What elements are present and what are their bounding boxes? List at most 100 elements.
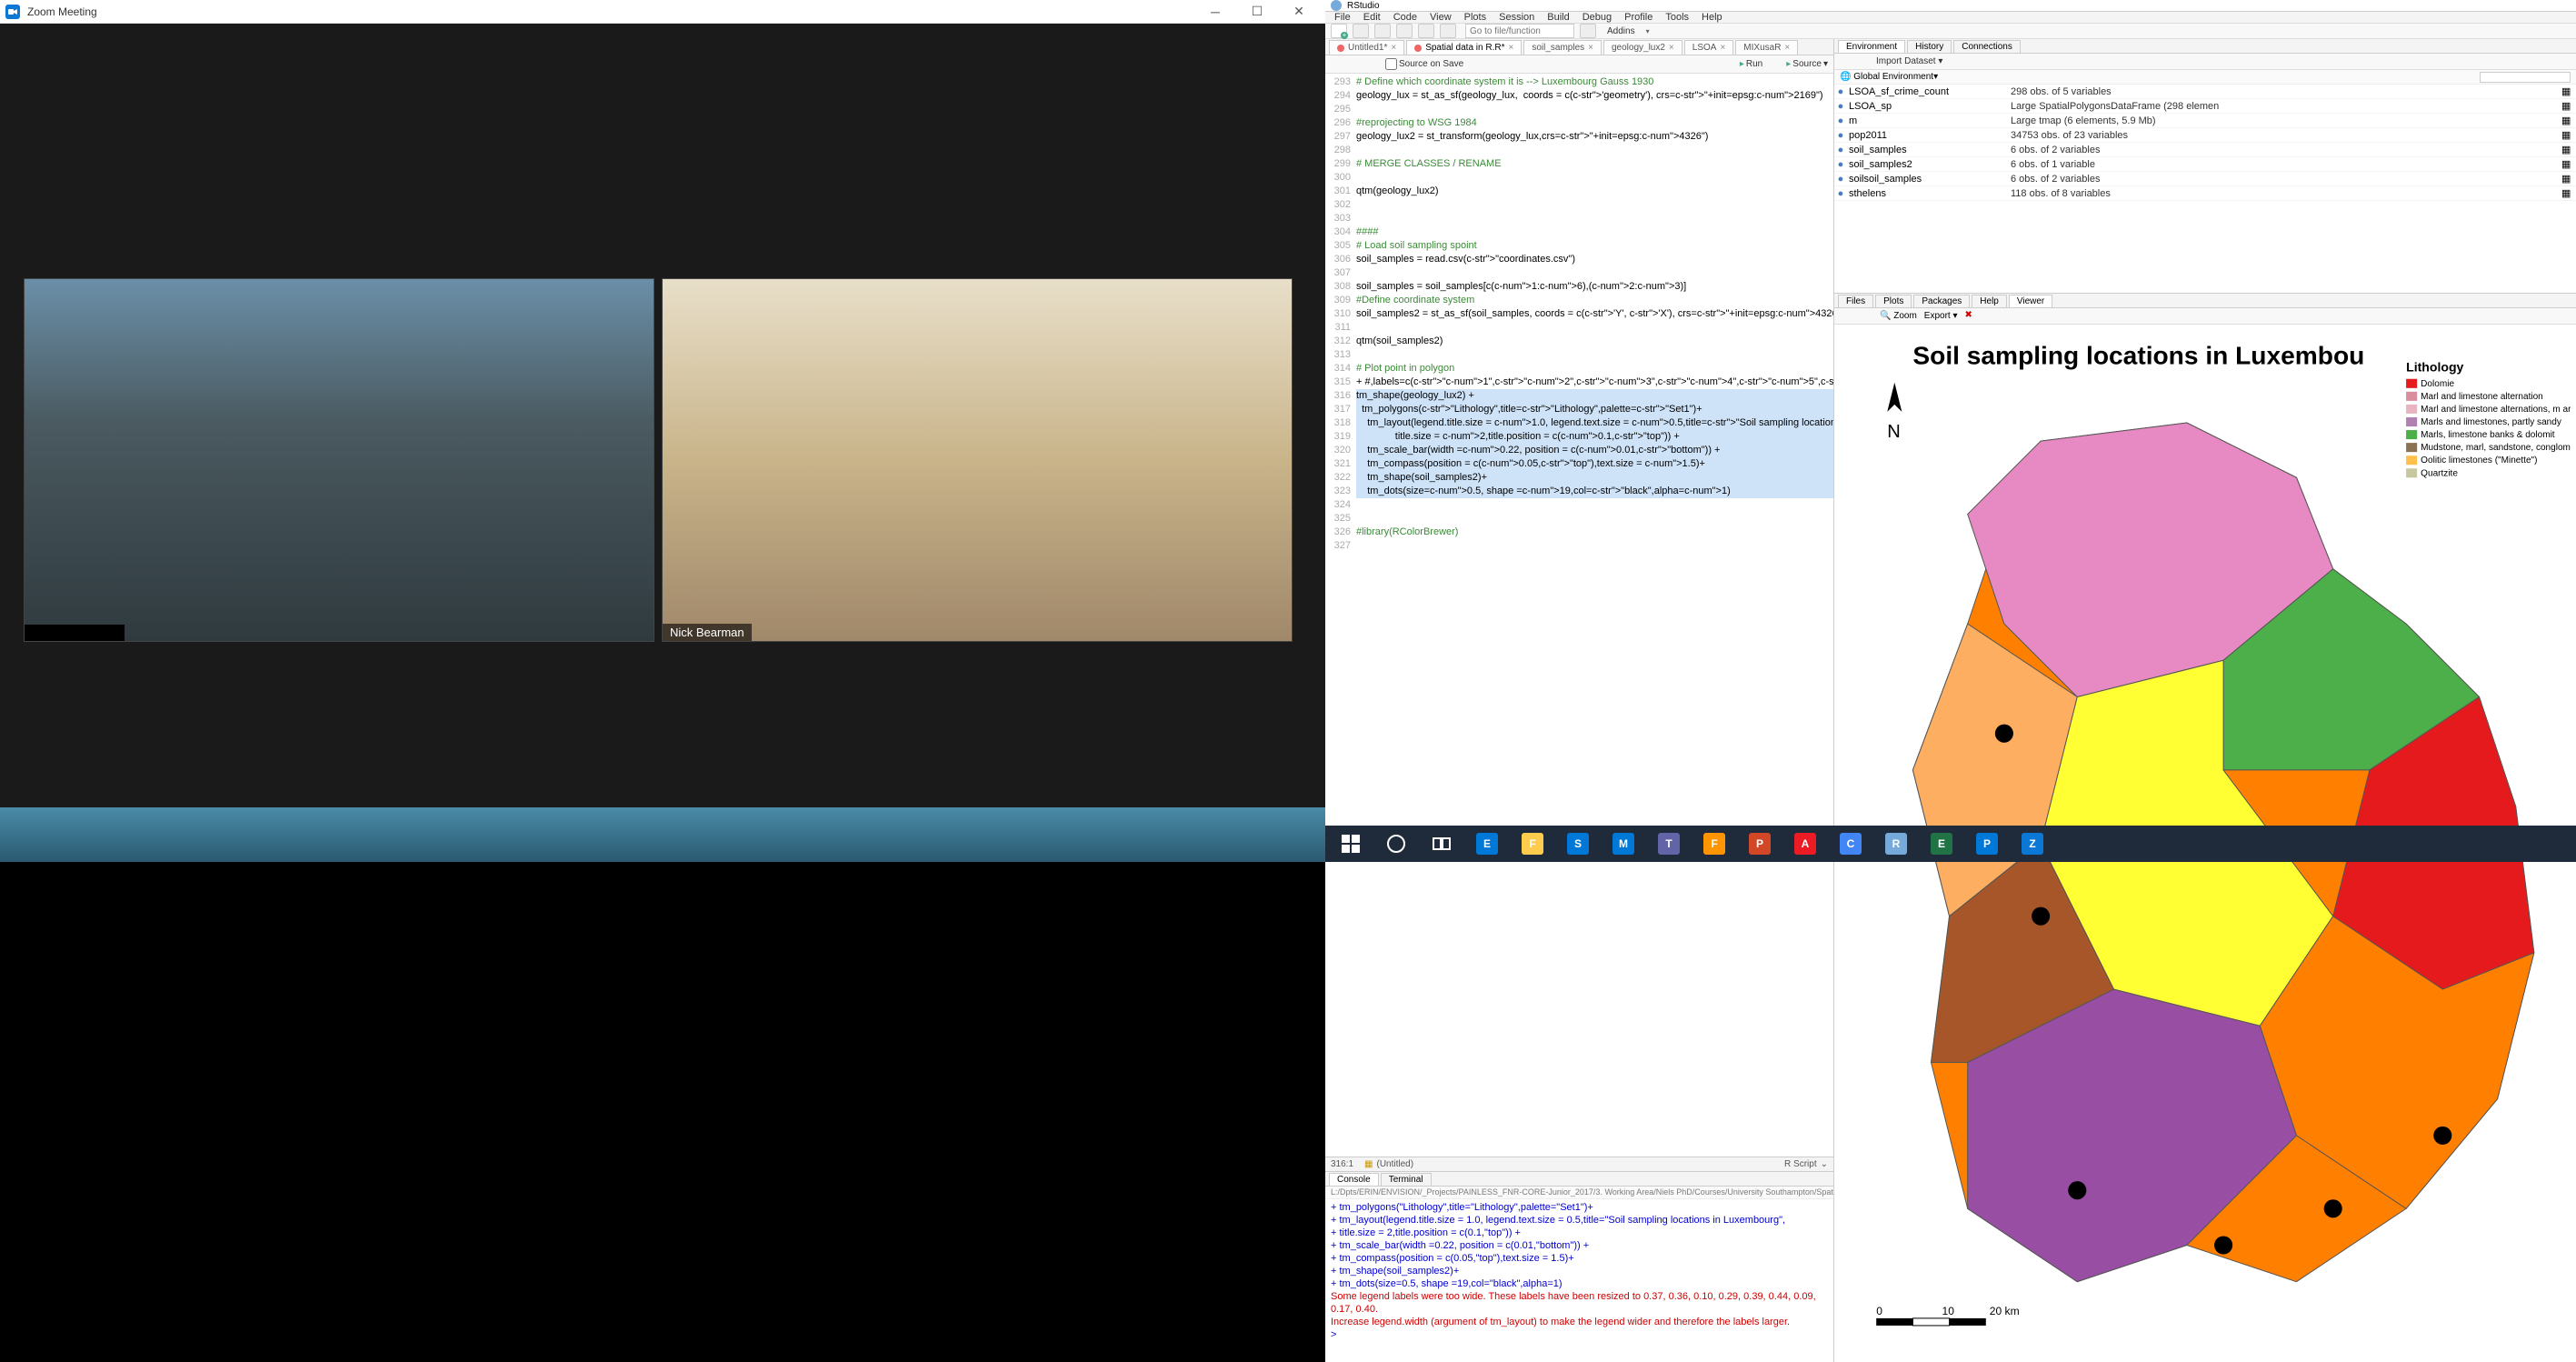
code-line[interactable]: 297geology_lux2 = st_transform(geology_l… xyxy=(1325,130,1833,144)
zoom-plot-button[interactable]: 🔍 Zoom xyxy=(1880,311,1917,321)
save-workspace-button[interactable] xyxy=(1858,55,1871,68)
close-tab-icon[interactable]: × xyxy=(1588,43,1593,53)
print-button[interactable] xyxy=(1440,24,1456,38)
taskbar-edge[interactable]: E xyxy=(1465,827,1509,860)
code-editor[interactable]: 293# Define which coordinate system it i… xyxy=(1325,74,1833,1157)
taskbar-file-explorer[interactable]: F xyxy=(1511,827,1554,860)
env-tab-history[interactable]: History xyxy=(1907,40,1952,53)
code-line[interactable]: 319 title.size = c-num">2,title.position… xyxy=(1325,430,1833,444)
code-line[interactable]: 295 xyxy=(1325,103,1833,116)
code-line[interactable]: 306soil_samples = read.csv(c-str">"coord… xyxy=(1325,253,1833,266)
menu-edit[interactable]: Edit xyxy=(1358,12,1386,23)
expand-icon[interactable]: ● xyxy=(1834,86,1847,97)
expand-icon[interactable]: ● xyxy=(1834,188,1847,199)
expand-icon[interactable]: ● xyxy=(1834,145,1847,155)
close-tab-icon[interactable]: × xyxy=(1391,43,1396,53)
export-plot-button[interactable]: Export ▾ xyxy=(1924,311,1958,321)
console-output[interactable]: + tm_polygons("Lithology",title="Litholo… xyxy=(1325,1199,1833,1362)
source-tab[interactable]: LSOA× xyxy=(1684,40,1734,55)
new-file-button[interactable]: + xyxy=(1331,24,1347,38)
minimize-button[interactable]: ─ xyxy=(1194,0,1236,24)
code-line[interactable]: 320 tm_scale_bar(width =c-num">0.22, pos… xyxy=(1325,444,1833,457)
code-line[interactable]: 325 xyxy=(1325,512,1833,526)
env-tab-connections[interactable]: Connections xyxy=(1953,40,2021,53)
taskbar-chrome[interactable]: C xyxy=(1829,827,1872,860)
code-line[interactable]: 302 xyxy=(1325,198,1833,212)
menu-help[interactable]: Help xyxy=(1696,12,1728,23)
source-tab[interactable]: MIXusaR× xyxy=(1735,40,1798,55)
view-data-icon[interactable]: ▦ xyxy=(2561,115,2576,126)
taskbar-firefox[interactable]: F xyxy=(1692,827,1736,860)
taskbar-teams[interactable]: T xyxy=(1647,827,1691,860)
code-line[interactable]: 313 xyxy=(1325,348,1833,362)
source-tab[interactable]: soil_samples× xyxy=(1523,40,1602,55)
code-line[interactable]: 307 xyxy=(1325,266,1833,280)
env-row[interactable]: ●LSOA_sf_crime_count298 obs. of 5 variab… xyxy=(1834,85,2576,99)
code-line[interactable]: 296#reprojecting to WSG 1984 xyxy=(1325,116,1833,130)
menu-session[interactable]: Session xyxy=(1493,12,1540,23)
taskbar-store[interactable]: S xyxy=(1556,827,1600,860)
taskbar-zoom[interactable]: Z xyxy=(2011,827,2054,860)
menu-code[interactable]: Code xyxy=(1388,12,1423,23)
view-data-icon[interactable]: ▦ xyxy=(2561,129,2576,141)
menu-file[interactable]: File xyxy=(1329,12,1356,23)
code-line[interactable]: 312qtm(soil_samples2) xyxy=(1325,335,1833,348)
run-button[interactable]: ▸Run xyxy=(1740,59,1762,69)
code-line[interactable]: 322 tm_shape(soil_samples2)+ xyxy=(1325,471,1833,485)
code-line[interactable]: 300 xyxy=(1325,171,1833,185)
menu-view[interactable]: View xyxy=(1424,12,1457,23)
close-tab-icon[interactable]: × xyxy=(1720,43,1725,53)
viewer-forward-button[interactable] xyxy=(1860,310,1872,323)
menu-profile[interactable]: Profile xyxy=(1619,12,1658,23)
code-line[interactable]: 303 xyxy=(1325,212,1833,225)
env-row[interactable]: ●pop201134753 obs. of 23 variables▦ xyxy=(1834,128,2576,143)
viewer-back-button[interactable] xyxy=(1840,310,1852,323)
close-tab-icon[interactable]: × xyxy=(1669,43,1674,53)
close-tab-icon[interactable]: × xyxy=(1508,43,1513,53)
view-data-icon[interactable]: ▦ xyxy=(2561,173,2576,185)
grid-button[interactable] xyxy=(1580,24,1596,38)
viewer-tab-viewer[interactable]: Viewer xyxy=(2009,295,2052,307)
clear-plots-button[interactable] xyxy=(1985,310,1998,323)
source-tab[interactable]: Untitled1*× xyxy=(1329,40,1404,55)
menu-plots[interactable]: Plots xyxy=(1459,12,1492,23)
menu-debug[interactable]: Debug xyxy=(1577,12,1617,23)
viewer-tab-files[interactable]: Files xyxy=(1838,295,1873,307)
code-line[interactable]: 317 tm_polygons(c-str">"Lithology",title… xyxy=(1325,403,1833,416)
code-line[interactable]: 315+ #,labels=c(c-str">"c-num">1",c-str"… xyxy=(1325,376,1833,389)
taskbar-powerpoint[interactable]: P xyxy=(1738,827,1782,860)
save-button[interactable] xyxy=(1396,24,1413,38)
code-line[interactable]: 318 tm_layout(legend.title.size = c-num"… xyxy=(1325,416,1833,430)
import-dataset-button[interactable]: Import Dataset ▾ xyxy=(1876,56,1942,66)
wand-button[interactable] xyxy=(1487,58,1500,71)
view-data-icon[interactable]: ▦ xyxy=(2561,85,2576,97)
source-button[interactable]: ▸Source ▾ xyxy=(1786,59,1828,69)
env-search-input[interactable] xyxy=(2480,72,2571,83)
view-data-icon[interactable]: ▦ xyxy=(2561,158,2576,170)
close-tab-icon[interactable]: × xyxy=(1784,43,1790,53)
close-button[interactable]: ✕ xyxy=(1278,0,1320,24)
code-line[interactable]: 308soil_samples = soil_samples[c(c-num">… xyxy=(1325,280,1833,294)
code-line[interactable]: 316tm_shape(geology_lux2) + xyxy=(1325,389,1833,403)
code-line[interactable]: 299# MERGE CLASSES / RENAME xyxy=(1325,157,1833,171)
viewer-tab-packages[interactable]: Packages xyxy=(1913,295,1970,307)
source-on-save-checkbox[interactable]: Source on Save xyxy=(1385,58,1463,70)
menu-build[interactable]: Build xyxy=(1542,12,1574,23)
new-project-button[interactable] xyxy=(1353,24,1369,38)
env-row[interactable]: ●soil_samples6 obs. of 2 variables▦ xyxy=(1834,143,2576,157)
zoom-titlebar[interactable]: Zoom Meeting ─ ☐ ✕ xyxy=(0,0,1325,24)
code-line[interactable]: 326#library(RColorBrewer) xyxy=(1325,526,1833,539)
goto-file-input[interactable] xyxy=(1465,24,1574,38)
console-tab-console[interactable]: Console xyxy=(1329,1173,1379,1186)
find-button[interactable] xyxy=(1469,58,1482,71)
save-source-button[interactable] xyxy=(1367,58,1380,71)
taskbar-rstudio[interactable]: R xyxy=(1874,827,1918,860)
video-tile-participant[interactable]: Nick Bearman xyxy=(662,278,1293,642)
code-line[interactable]: 323 tm_dots(size=c-num">0.5, shape =c-nu… xyxy=(1325,485,1833,498)
viewer-tab-plots[interactable]: Plots xyxy=(1875,295,1912,307)
load-workspace-button[interactable] xyxy=(1840,55,1852,68)
env-scope[interactable]: 🌐 Global Environment ▾ xyxy=(1834,70,2576,85)
taskbar-photos[interactable]: P xyxy=(1965,827,2009,860)
back-button[interactable] xyxy=(1331,58,1343,71)
source-tab[interactable]: Spatial data in R.R*× xyxy=(1406,40,1522,55)
